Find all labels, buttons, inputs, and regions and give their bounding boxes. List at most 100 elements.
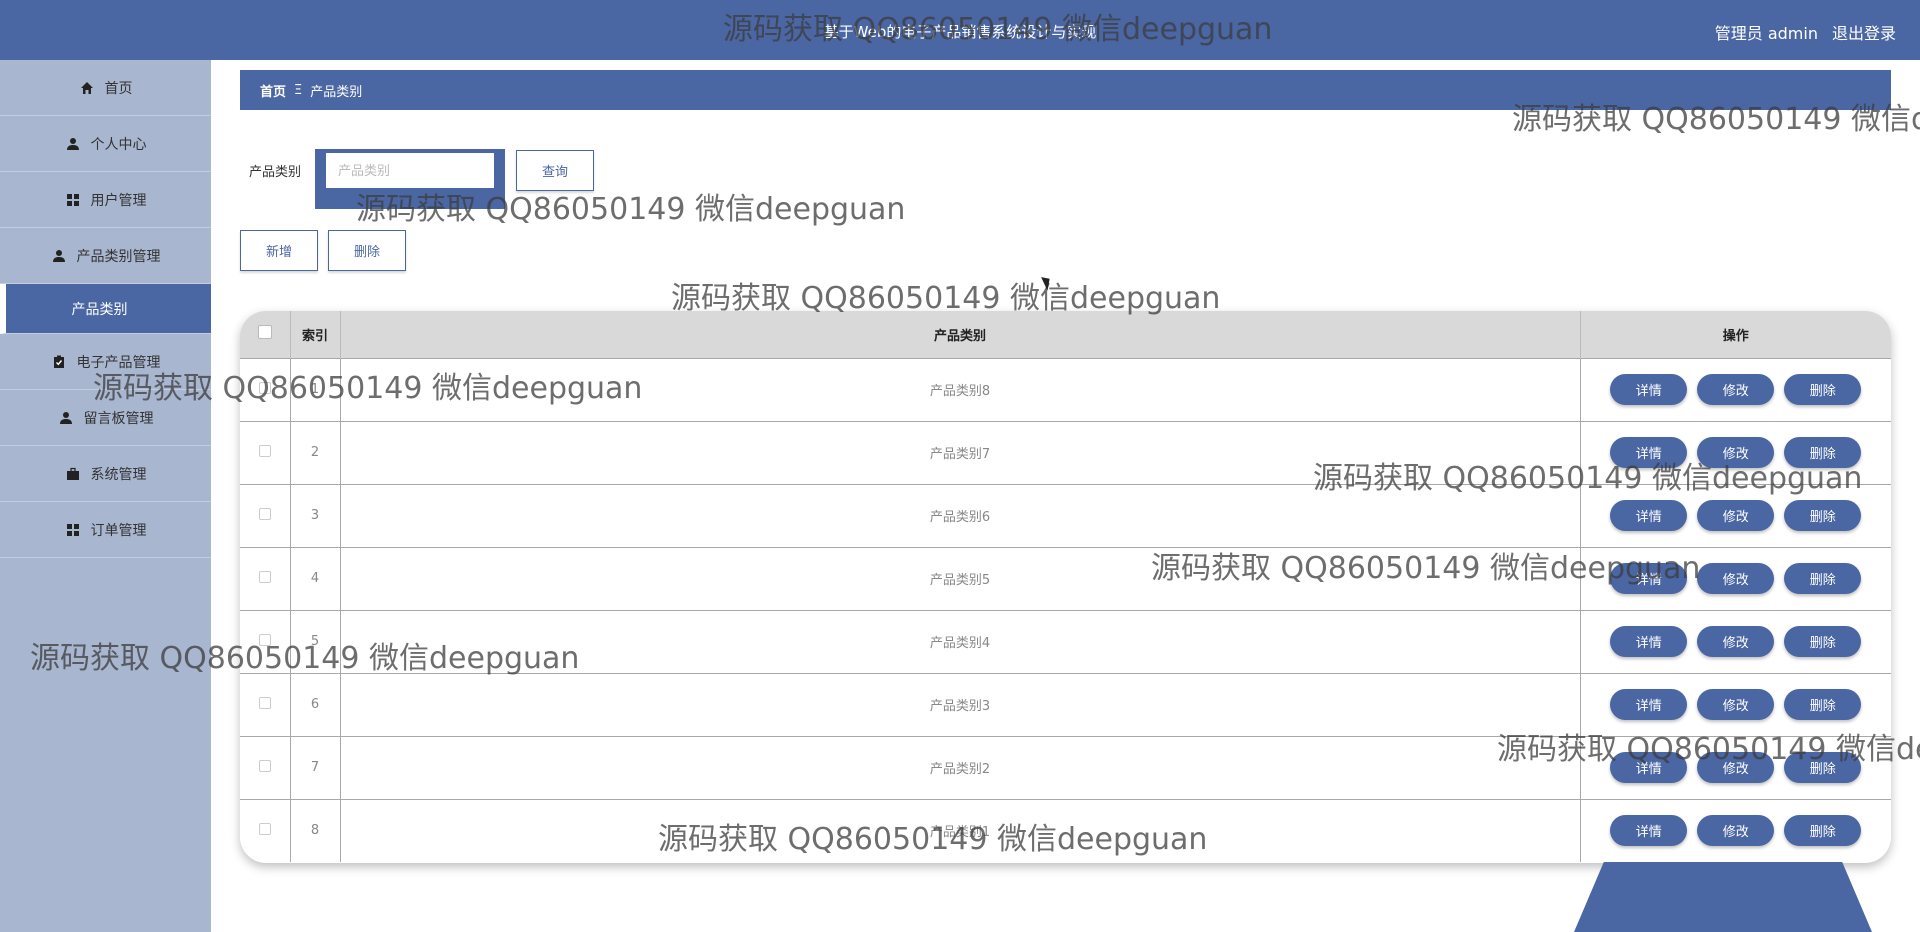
edit-button[interactable]: 修改 [1697,689,1775,720]
clipboard-icon [51,354,67,370]
table-header-row: 索引 产品类别 操作 [240,311,1891,358]
row-select-cell [240,609,291,673]
row-index: 1 [290,357,341,421]
row-operations: 详情 修改 删除 [1580,483,1891,547]
row-checkbox[interactable] [258,570,271,583]
row-delete-button[interactable]: 删除 [1784,689,1862,720]
select-all-cell [240,311,291,358]
sidebar-item-label: 订单管理 [90,522,147,539]
detail-button[interactable]: 详情 [1610,374,1688,405]
table-row: 5 产品类别4 详情 修改 删除 [240,609,1891,673]
batch-delete-button[interactable]: 删除 [328,230,406,271]
edit-button[interactable]: 修改 [1697,500,1775,531]
row-delete-button[interactable]: 删除 [1784,563,1862,594]
sidebar-item-home[interactable]: 首页 [0,60,211,116]
edit-button[interactable]: 修改 [1697,437,1775,468]
row-index: 7 [290,735,341,799]
user-icon [51,248,67,264]
home-icon [79,80,95,96]
edit-button[interactable]: 修改 [1697,374,1775,405]
row-select-cell [240,420,291,484]
sidebar-item-product-category[interactable]: 产品类别 [0,284,211,334]
row-operations: 详情 修改 删除 [1580,672,1891,736]
detail-button[interactable]: 详情 [1610,563,1688,594]
row-checkbox[interactable] [258,759,271,772]
row-category: 产品类别4 [340,609,1581,673]
category-table: 索引 产品类别 操作 1 产品类别8 详情 修改 删除 2 产品类别7 详情 修改 删除 3 产品类别… [240,311,1891,863]
row-select-cell [240,546,291,610]
detail-button[interactable]: 详情 [1610,815,1688,847]
app-title: 基于Web的电子产品销售系统设计与实现 [823,23,1097,41]
search-label: 产品类别 [249,165,302,180]
breadcrumb-current: 产品类别 [310,84,363,100]
table-row: 1 产品类别8 详情 修改 删除 [240,357,1891,421]
breadcrumb: 首页 Ξ 产品类别 [240,70,1891,110]
row-checkbox[interactable] [258,822,271,835]
sidebar-item-order-management[interactable]: 订单管理 [0,502,211,558]
sidebar-item-label: 留言板管理 [83,410,154,427]
row-delete-button[interactable]: 删除 [1784,626,1862,657]
table-row: 3 产品类别6 详情 修改 删除 [240,483,1891,547]
row-select-cell [240,798,291,862]
row-delete-button[interactable]: 删除 [1784,752,1862,783]
row-delete-button[interactable]: 删除 [1784,374,1862,405]
detail-button[interactable]: 详情 [1610,500,1688,531]
row-checkbox[interactable] [258,381,271,394]
column-header-operations: 操作 [1580,311,1891,358]
table-row: 7 产品类别2 详情 修改 删除 [240,735,1891,799]
edit-button[interactable]: 修改 [1697,815,1775,847]
edit-button[interactable]: 修改 [1697,752,1775,783]
search-input[interactable] [325,152,495,189]
header-user-area: 管理员 admin 退出登录 [1715,20,1896,44]
column-header-index: 索引 [290,311,341,358]
row-delete-button[interactable]: 删除 [1784,437,1862,468]
row-select-cell [240,483,291,547]
user-icon [58,410,74,426]
sidebar-item-category-management[interactable]: 产品类别管理 [0,228,211,284]
query-button[interactable]: 查询 [516,150,594,191]
sidebar-item-user-management[interactable]: 用户管理 [0,172,211,228]
row-operations: 详情 修改 删除 [1580,420,1891,484]
row-delete-button[interactable]: 删除 [1784,815,1862,847]
detail-button[interactable]: 详情 [1610,689,1688,720]
search-input-frame [315,149,505,209]
edit-button[interactable]: 修改 [1697,563,1775,594]
row-category: 产品类别7 [340,420,1581,484]
grid-icon [65,522,81,538]
sidebar-item-label: 电子产品管理 [76,354,161,371]
top-header: 基于Web的电子产品销售系统设计与实现 管理员 admin 退出登录 [0,0,1920,60]
row-operations: 详情 修改 删除 [1580,609,1891,673]
decorative-trapezoid [1574,862,1872,932]
row-category: 产品类别2 [340,735,1581,799]
row-delete-button[interactable]: 删除 [1784,500,1862,531]
row-category: 产品类别8 [340,357,1581,421]
sidebar-item-system-management[interactable]: 系统管理 [0,446,211,502]
row-operations: 详情 修改 删除 [1580,546,1891,610]
add-button[interactable]: 新增 [240,230,318,271]
sidebar-item-message-board[interactable]: 留言板管理 [0,390,211,446]
column-header-category: 产品类别 [340,311,1581,358]
row-index: 2 [290,420,341,484]
detail-button[interactable]: 详情 [1610,626,1688,657]
breadcrumb-separator: Ξ [294,82,303,98]
logout-link[interactable]: 退出登录 [1832,20,1896,44]
table-row: 2 产品类别7 详情 修改 删除 [240,420,1891,484]
current-user-label: 管理员 admin [1714,24,1818,43]
sidebar-item-personal-center[interactable]: 个人中心 [0,116,211,172]
mouse-cursor [1041,274,1054,291]
select-all-checkbox[interactable] [257,325,272,340]
detail-button[interactable]: 详情 [1610,437,1688,468]
user-icon [65,136,81,152]
row-index: 8 [290,798,341,862]
sidebar-item-product-management[interactable]: 电子产品管理 [0,334,211,390]
sidebar-item-label: 个人中心 [90,136,147,153]
row-checkbox[interactable] [258,444,271,457]
row-checkbox[interactable] [258,507,271,520]
row-category: 产品类别5 [340,546,1581,610]
breadcrumb-home[interactable]: 首页 [260,81,286,100]
edit-button[interactable]: 修改 [1697,626,1775,657]
detail-button[interactable]: 详情 [1610,752,1688,783]
row-checkbox[interactable] [258,633,271,646]
row-checkbox[interactable] [258,696,271,709]
row-operations: 详情 修改 删除 [1580,735,1891,799]
